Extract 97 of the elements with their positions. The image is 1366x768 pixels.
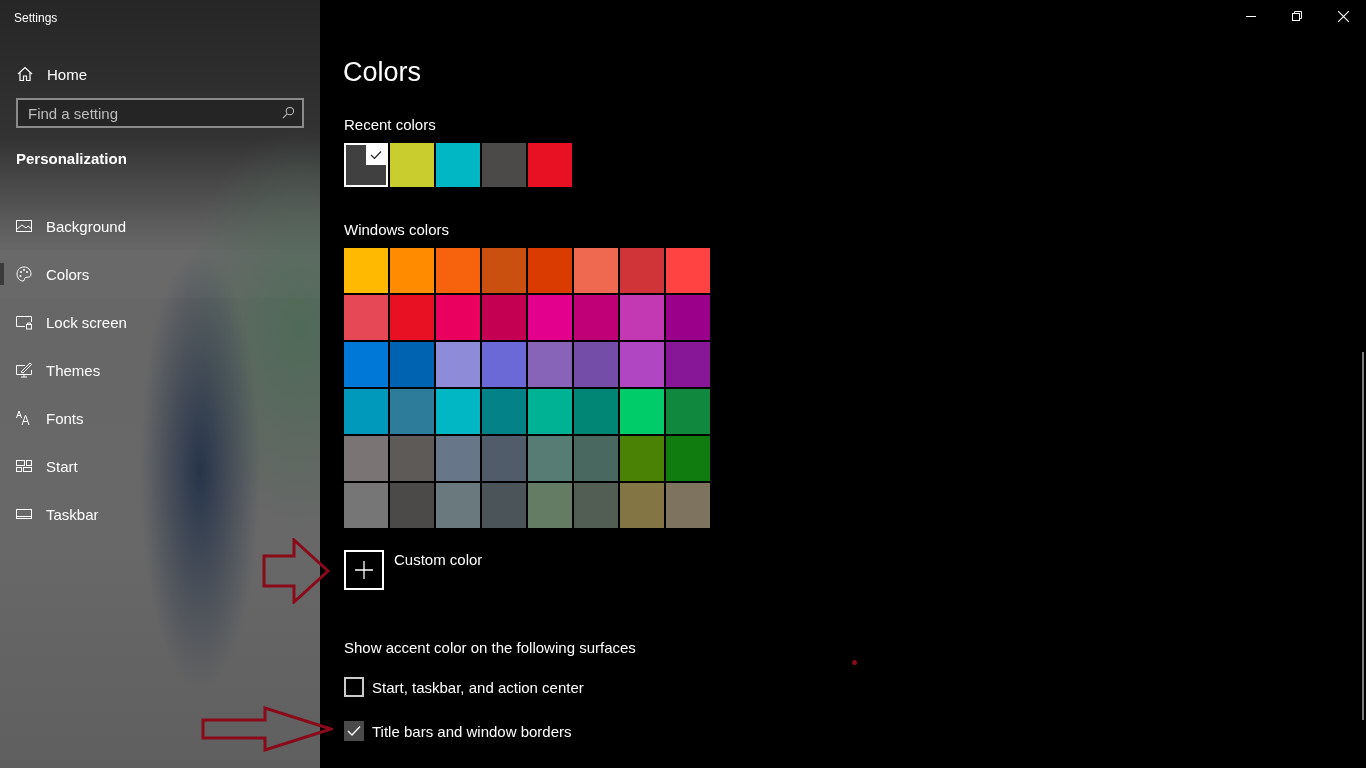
color-swatch[interactable]	[390, 295, 434, 340]
color-swatch[interactable]	[344, 143, 388, 187]
color-swatch[interactable]	[344, 436, 388, 481]
nav-item[interactable]: Themes	[0, 346, 320, 394]
color-swatch[interactable]	[620, 483, 664, 528]
palette-icon	[16, 266, 32, 282]
color-swatch[interactable]	[528, 143, 572, 187]
color-swatch[interactable]	[344, 342, 388, 387]
window-title: Settings	[13, 10, 59, 27]
plus-icon	[355, 561, 373, 579]
section-label: Show accent color on the following surfaces	[344, 639, 637, 657]
color-swatch[interactable]	[436, 295, 480, 340]
annotation-arrow	[262, 538, 330, 604]
custom-color-link[interactable]: Custom color	[394, 551, 483, 568]
checkbox-label: Title bars and window borders	[372, 722, 572, 740]
fonts-icon	[16, 410, 32, 426]
color-swatch[interactable]	[528, 483, 572, 528]
section-label: Windows colors	[344, 221, 451, 239]
nav-item[interactable]: Background	[0, 202, 320, 250]
checkbox[interactable]	[344, 677, 364, 697]
color-swatch[interactable]	[390, 248, 434, 293]
color-swatch[interactable]	[482, 295, 526, 340]
nav-item[interactable]: Lock screen	[0, 298, 320, 346]
tiles-icon	[16, 458, 32, 474]
section-heading: Personalization	[16, 150, 128, 167]
color-swatch[interactable]	[482, 248, 526, 293]
color-swatch[interactable]	[482, 143, 526, 187]
close-icon	[1337, 10, 1349, 22]
nav-label: Background	[46, 217, 127, 235]
restore-icon	[1292, 11, 1302, 21]
color-swatch[interactable]	[482, 483, 526, 528]
nav-label: Themes	[46, 361, 101, 379]
color-swatch[interactable]	[574, 436, 618, 481]
nav-label: Colors	[46, 265, 90, 283]
color-swatch[interactable]	[390, 342, 434, 387]
color-swatch[interactable]	[344, 248, 388, 293]
color-swatch[interactable]	[528, 295, 572, 340]
color-swatch[interactable]	[436, 483, 480, 528]
color-swatch[interactable]	[390, 389, 434, 434]
color-swatch[interactable]	[528, 436, 572, 481]
color-swatch[interactable]	[528, 248, 572, 293]
nav-label: Taskbar	[46, 505, 99, 523]
color-swatch[interactable]	[574, 248, 618, 293]
color-swatch[interactable]	[620, 389, 664, 434]
nav-item[interactable]: Fonts	[0, 394, 320, 442]
page-title: Colors	[343, 57, 423, 89]
color-swatch[interactable]	[436, 143, 480, 187]
section-label: Recent colors	[344, 116, 437, 134]
add-color-button[interactable]	[344, 550, 384, 590]
lock-screen-icon	[16, 314, 32, 330]
taskbar-icon	[16, 506, 32, 522]
color-swatch[interactable]	[666, 342, 710, 387]
color-swatch[interactable]	[344, 389, 388, 434]
color-swatch[interactable]	[528, 389, 572, 434]
color-swatch[interactable]	[574, 389, 618, 434]
home-icon	[17, 66, 33, 82]
color-swatch[interactable]	[344, 295, 388, 340]
color-swatch[interactable]	[344, 483, 388, 528]
color-swatch[interactable]	[666, 436, 710, 481]
checkbox[interactable]	[344, 721, 364, 741]
search-icon	[282, 106, 295, 119]
nav-item[interactable]: Taskbar	[0, 490, 320, 538]
color-swatch[interactable]	[574, 342, 618, 387]
color-swatch[interactable]	[436, 248, 480, 293]
color-swatch[interactable]	[390, 483, 434, 528]
search-field[interactable]: Find a setting	[16, 98, 304, 128]
color-swatch[interactable]	[482, 342, 526, 387]
picture-icon	[16, 218, 32, 234]
color-swatch[interactable]	[482, 436, 526, 481]
color-swatch[interactable]	[482, 389, 526, 434]
color-swatch[interactable]	[666, 248, 710, 293]
nav-label: Start	[46, 457, 78, 475]
color-swatch[interactable]	[528, 342, 572, 387]
color-swatch[interactable]	[620, 248, 664, 293]
color-swatch[interactable]	[620, 342, 664, 387]
nav-label: Lock screen	[46, 313, 127, 331]
color-swatch[interactable]	[620, 436, 664, 481]
color-swatch[interactable]	[390, 436, 434, 481]
color-swatch[interactable]	[390, 143, 434, 187]
color-swatch[interactable]	[574, 483, 618, 528]
color-swatch[interactable]	[666, 483, 710, 528]
color-swatch[interactable]	[666, 389, 710, 434]
nav-item[interactable]: Start	[0, 442, 320, 490]
check-icon	[370, 150, 382, 160]
nav-label: Fonts	[46, 409, 84, 427]
color-swatch[interactable]	[436, 436, 480, 481]
brush-monitor-icon	[16, 362, 32, 378]
scrollbar[interactable]	[1362, 352, 1364, 720]
checkbox-label: Start, taskbar, and action center	[372, 678, 584, 696]
color-swatch[interactable]	[620, 295, 664, 340]
home-link[interactable]: Home	[17, 63, 320, 85]
color-swatch[interactable]	[436, 342, 480, 387]
color-swatch[interactable]	[436, 389, 480, 434]
color-swatch[interactable]	[574, 295, 618, 340]
color-swatch[interactable]	[666, 295, 710, 340]
check-icon	[347, 725, 361, 737]
annotation-dot	[852, 660, 857, 665]
